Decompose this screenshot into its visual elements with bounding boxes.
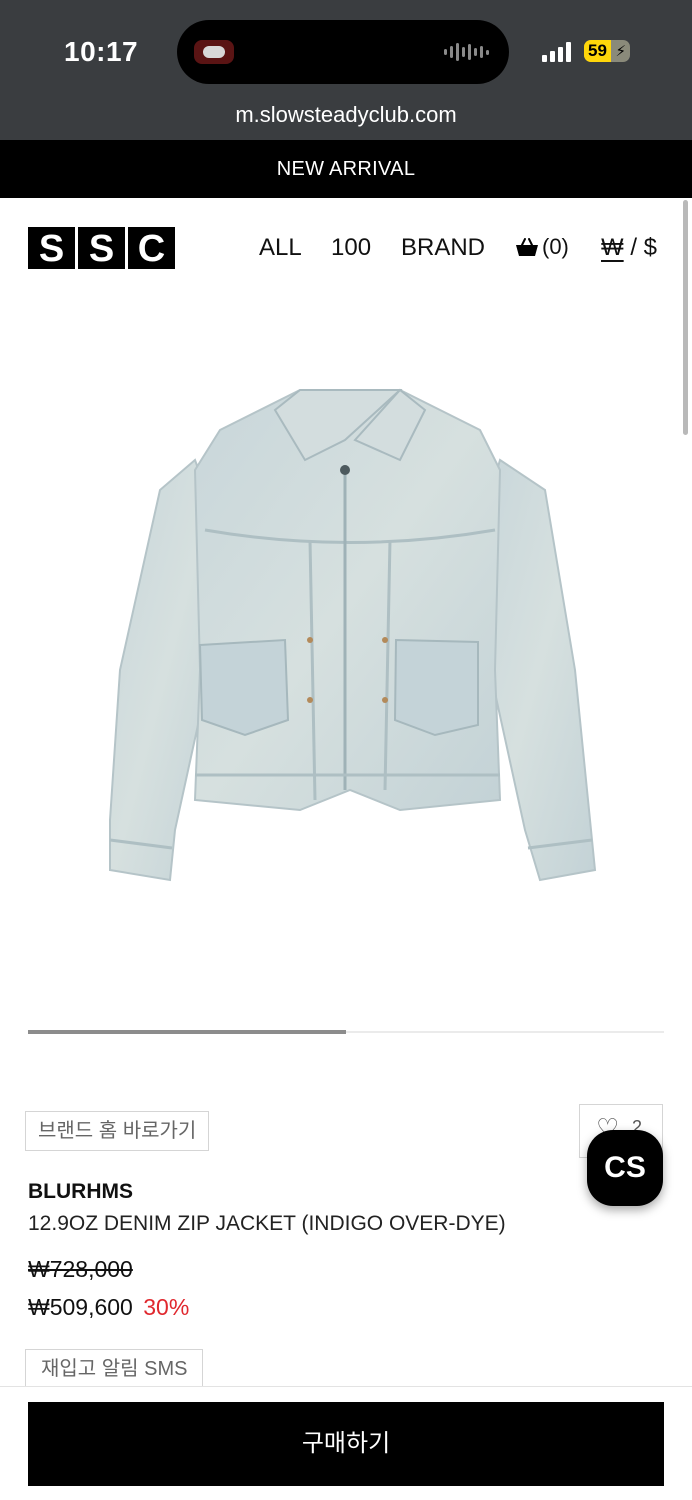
- cart-count: (0): [542, 234, 569, 259]
- new-arrival-banner[interactable]: NEW ARRIVAL: [0, 140, 692, 198]
- buy-button[interactable]: 구매하기: [28, 1402, 664, 1486]
- audio-waveform-icon: [444, 42, 489, 62]
- image-carousel-progress: [28, 1030, 664, 1034]
- battery-charging-icon: 59 ⚡: [584, 40, 630, 62]
- product-name: 12.9OZ DENIM ZIP JACKET (INDIGO OVER-DYE…: [28, 1212, 506, 1235]
- sale-price: ₩509,600: [28, 1294, 133, 1320]
- sale-price-row: ₩509,600 30%: [28, 1294, 189, 1321]
- cs-chat-button[interactable]: CS: [587, 1130, 663, 1206]
- charging-bolt-icon: ⚡: [615, 43, 626, 60]
- logo-letter: S: [28, 227, 75, 270]
- dynamic-island: [177, 20, 509, 84]
- island-app-icon: [194, 40, 234, 64]
- purchase-bar: 구매하기: [0, 1386, 692, 1500]
- carousel-progress-fill: [28, 1030, 346, 1034]
- logo-letter: S: [78, 227, 125, 270]
- status-time: 10:17: [64, 36, 139, 67]
- nav-all[interactable]: ALL: [259, 234, 302, 262]
- currency-switch[interactable]: ₩ / $: [601, 234, 657, 262]
- original-price: ₩728,000: [28, 1256, 133, 1282]
- shopping-basket-icon: [516, 238, 538, 256]
- product-image[interactable]: [100, 370, 600, 900]
- brand-home-button[interactable]: 브랜드 홈 바로가기: [25, 1111, 210, 1151]
- status-bar: 10:17 59 ⚡ m.slowsteadyclub.com: [0, 0, 692, 140]
- cart-button[interactable]: (0): [515, 234, 569, 260]
- currency-separator: /: [623, 234, 644, 261]
- currency-won[interactable]: ₩: [601, 234, 624, 261]
- address-bar-url[interactable]: m.slowsteadyclub.com: [0, 102, 692, 128]
- nav-100[interactable]: 100: [331, 234, 371, 262]
- discount-rate: 30%: [143, 1294, 190, 1320]
- currency-usd[interactable]: $: [644, 234, 657, 261]
- product-brand[interactable]: BLURHMS: [28, 1180, 133, 1204]
- battery-level: 59: [588, 41, 607, 60]
- page-scrollbar[interactable]: [683, 200, 688, 435]
- cellular-signal-icon: [542, 40, 571, 62]
- nav-brand[interactable]: BRAND: [401, 234, 485, 262]
- restock-sms-button[interactable]: 재입고 알림 SMS: [25, 1349, 204, 1389]
- logo-letter: C: [128, 227, 175, 270]
- ssc-logo[interactable]: S S C: [28, 227, 175, 270]
